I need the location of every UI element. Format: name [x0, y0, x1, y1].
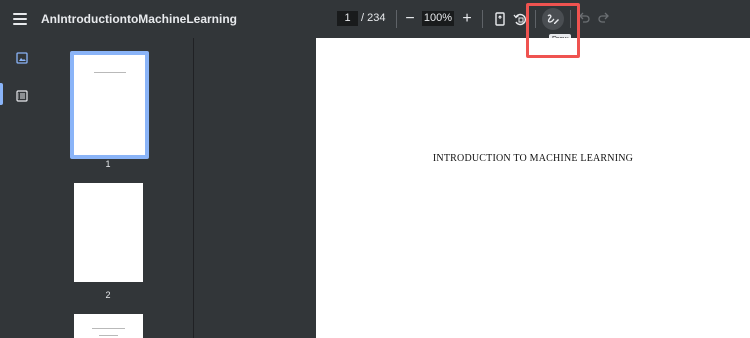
undo-icon[interactable] — [577, 10, 595, 28]
redo-icon[interactable] — [597, 10, 615, 28]
page-thumbnail-1[interactable] — [70, 51, 149, 159]
fit-to-page-icon[interactable] — [491, 10, 509, 28]
separator — [396, 10, 397, 28]
draw-icon — [547, 14, 559, 24]
thumbnail-text-line — [94, 72, 126, 73]
thumbnail-text-line — [92, 328, 125, 329]
viewer-background — [194, 38, 316, 338]
page-total: / 234 — [361, 12, 386, 24]
thumbnail-label-2: 2 — [105, 290, 111, 300]
thumbnail-text-line — [99, 335, 118, 336]
draw-button[interactable] — [542, 8, 564, 30]
separator — [570, 10, 571, 28]
zoom-input[interactable]: 100% — [422, 11, 454, 26]
outline-icon[interactable] — [15, 89, 29, 103]
page-thumbnail-3[interactable] — [74, 314, 143, 338]
sidebar-rail — [0, 38, 44, 338]
menu-icon[interactable] — [13, 12, 29, 26]
thumbnails-icon[interactable] — [15, 51, 29, 65]
zoom-out-button[interactable]: − — [402, 9, 418, 29]
separator — [535, 10, 536, 28]
page-heading: INTRODUCTION TO MACHINE LEARNING — [432, 153, 634, 164]
thumbnail-label-1: 1 — [105, 159, 111, 169]
active-indicator — [0, 83, 3, 105]
page-number-input[interactable]: 1 — [337, 11, 358, 26]
document-title: AnIntroductiontoMachineLearning — [41, 12, 237, 26]
pdf-page: INTRODUCTION TO MACHINE LEARNING — [316, 38, 750, 338]
separator — [482, 10, 483, 28]
zoom-in-button[interactable]: + — [459, 9, 475, 29]
page-thumbnail-2[interactable] — [74, 183, 143, 282]
toolbar: AnIntroductiontoMachineLearning 1 / 234 … — [0, 0, 750, 38]
thumbnail-panel: 1 2 — [44, 38, 193, 338]
rotate-icon[interactable] — [511, 10, 529, 28]
